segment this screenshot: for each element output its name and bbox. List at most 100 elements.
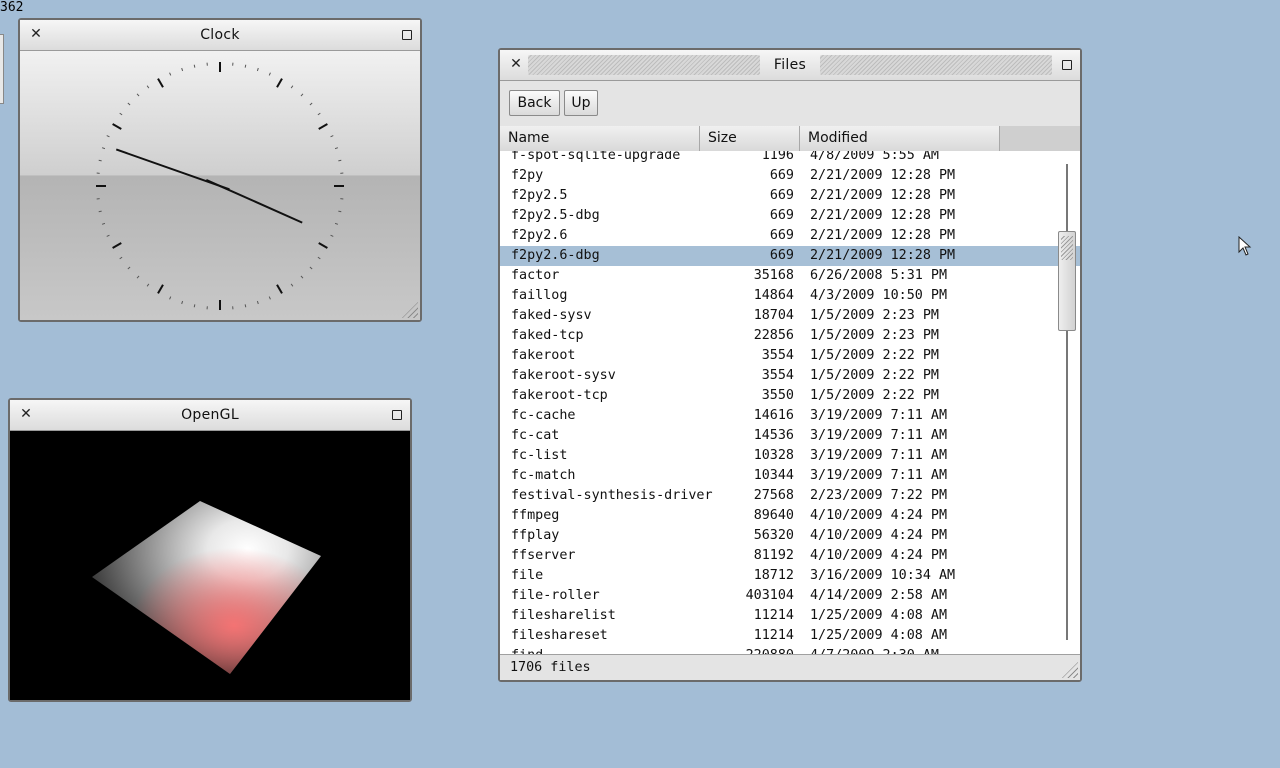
file-modified: 3/19/2009 7:11 AM (810, 428, 948, 443)
table-row[interactable]: fileshareset 11214 1/25/2009 4:08 AM (500, 626, 1080, 646)
up-button[interactable]: Up (564, 90, 598, 116)
table-row[interactable]: f2py2.5-dbg 669 2/21/2009 12:28 PM (500, 206, 1080, 226)
minute-tick (146, 283, 150, 287)
clock-window[interactable]: ✕ Clock (18, 18, 422, 322)
scrollbar-thumb[interactable] (1058, 231, 1076, 331)
file-size: 669 (769, 168, 794, 183)
table-row[interactable]: ffserver 81192 4/10/2009 4:24 PM (500, 546, 1080, 566)
table-row[interactable]: file-roller 403104 4/14/2009 2:58 AM (500, 586, 1080, 606)
file-size: 35168 (753, 268, 794, 283)
mouse-cursor-icon (1238, 236, 1252, 256)
files-title: Files (773, 57, 807, 73)
file-modified: 1/5/2009 2:22 PM (810, 348, 939, 363)
hour-tick (318, 123, 328, 130)
file-name: ffserver (511, 548, 576, 563)
minute-tick (290, 85, 294, 89)
file-name: faillog (511, 288, 568, 303)
files-window[interactable]: ✕ Files Back Up Name Size Modified f-spo… (498, 48, 1082, 682)
minute-tick (181, 300, 184, 305)
opengl-viewport (10, 431, 410, 700)
offscreen-window-edge[interactable] (0, 34, 4, 104)
maximize-icon[interactable] (402, 30, 412, 40)
files-titlebar[interactable]: ✕ Files (500, 50, 1080, 81)
file-size: 18712 (753, 568, 794, 583)
table-row[interactable]: f2py2.5 669 2/21/2009 12:28 PM (500, 186, 1080, 206)
file-name: f2py2.5 (511, 188, 568, 203)
file-modified: 1/5/2009 2:22 PM (810, 388, 939, 403)
table-row[interactable]: f-spot-sqlite-upgrade 1196 4/8/2009 5:55 A… (500, 151, 1080, 166)
table-row[interactable]: file 18712 3/16/2009 10:34 AM (500, 566, 1080, 586)
table-row[interactable]: fc-match 10344 3/19/2009 7:11 AM (500, 466, 1080, 486)
file-modified: 1/5/2009 2:22 PM (810, 368, 939, 383)
table-row[interactable]: fakeroot 3554 1/5/2009 2:22 PM (500, 346, 1080, 366)
hour-tick (318, 242, 328, 249)
minute-tick (330, 234, 334, 237)
column-size-header[interactable]: Size (700, 126, 800, 151)
file-name: faked-sysv (511, 308, 592, 323)
file-size: 3550 (761, 388, 794, 403)
file-size: 669 (769, 248, 794, 263)
maximize-icon[interactable] (1062, 60, 1072, 70)
table-row[interactable]: f2py2.6 669 2/21/2009 12:28 PM (500, 226, 1080, 246)
minute-tick (193, 304, 196, 308)
table-row[interactable]: ffmpeg 89640 4/10/2009 4:24 PM (500, 506, 1080, 526)
minute-tick (101, 222, 106, 225)
opengl-window[interactable]: ✕ OpenGL (8, 398, 412, 702)
minute-tick (334, 222, 339, 225)
minute-tick (98, 210, 102, 213)
minute-tick (101, 147, 106, 150)
file-modified: 4/3/2009 10:50 PM (810, 288, 948, 303)
table-row[interactable]: ffplay 56320 4/10/2009 4:24 PM (500, 526, 1080, 546)
opengl-titlebar[interactable]: ✕ OpenGL (10, 400, 410, 431)
table-row[interactable]: faked-tcp 22856 1/5/2009 2:23 PM (500, 326, 1080, 346)
file-modified: 2/21/2009 12:28 PM (810, 228, 956, 243)
file-size: 669 (769, 208, 794, 223)
table-row[interactable]: fc-cat 14536 3/19/2009 7:11 AM (500, 426, 1080, 446)
file-size: 11214 (753, 628, 794, 643)
file-size: 27568 (753, 488, 794, 503)
file-modified: 2/21/2009 12:28 PM (810, 248, 956, 263)
minute-tick (127, 266, 131, 270)
column-modified-header[interactable]: Modified (800, 126, 1000, 151)
file-modified: 1/25/2009 4:08 AM (810, 628, 948, 643)
table-row[interactable]: fakeroot-tcp 3550 1/5/2009 2:22 PM (500, 386, 1080, 406)
file-name: fc-list (511, 448, 568, 463)
table-row[interactable]: fakeroot-sysv 3554 1/5/2009 2:22 PM (500, 366, 1080, 386)
table-row[interactable]: fc-cache 14616 3/19/2009 7:11 AM (500, 406, 1080, 426)
table-row[interactable]: fc-list 10328 3/19/2009 7:11 AM (500, 446, 1080, 466)
maximize-icon[interactable] (392, 410, 402, 420)
file-size: 56320 (753, 528, 794, 543)
file-list[interactable]: f-spot-sqlite-upgrade 1196 4/8/2009 5:55 A… (500, 151, 1080, 655)
file-modified: 4/8/2009 5:55 AM (810, 151, 939, 163)
file-modified: 1/25/2009 4:08 AM (810, 608, 948, 623)
file-size: 10328 (753, 448, 794, 463)
table-row[interactable]: filesharelist 11214 1/25/2009 4:08 AM (500, 606, 1080, 626)
clock-titlebar[interactable]: ✕ Clock (20, 20, 420, 51)
file-name: f2py2.5-dbg (511, 208, 600, 223)
file-modified: 4/10/2009 4:24 PM (810, 508, 948, 523)
table-row[interactable]: f2py 669 2/21/2009 12:28 PM (500, 166, 1080, 186)
back-button[interactable]: Back (509, 90, 560, 116)
file-name: fileshareset (511, 628, 608, 643)
minute-tick (338, 159, 342, 162)
minute-tick (309, 102, 313, 106)
file-modified: 4/14/2009 2:58 AM (810, 588, 948, 603)
files-toolbar: Back Up (500, 81, 1080, 127)
file-modified: 3/19/2009 7:11 AM (810, 468, 948, 483)
file-size: 1196 (761, 151, 794, 163)
file-modified: 3/19/2009 7:11 AM (810, 408, 948, 423)
file-modified: 1/5/2009 2:23 PM (810, 328, 939, 343)
table-row[interactable]: f2py2.6-dbg 669 2/21/2009 12:28 PM (500, 246, 1080, 266)
column-name-header[interactable]: Name (500, 126, 700, 151)
minute-tick (127, 102, 131, 106)
clock-title: Clock (200, 27, 240, 43)
minute-tick (169, 296, 172, 300)
table-row[interactable]: faked-sysv 18704 1/5/2009 2:23 PM (500, 306, 1080, 326)
table-row[interactable]: factor 35168 6/26/2008 5:31 PM (500, 266, 1080, 286)
table-row[interactable]: festival-synthesis-driver 27568 2/23/2009 … (500, 486, 1080, 506)
file-name: ffplay (511, 528, 560, 543)
file-name: fakeroot (511, 348, 576, 363)
minute-tick (317, 112, 321, 116)
table-row[interactable]: faillog 14864 4/3/2009 10:50 PM (500, 286, 1080, 306)
minute-tick (317, 256, 321, 260)
